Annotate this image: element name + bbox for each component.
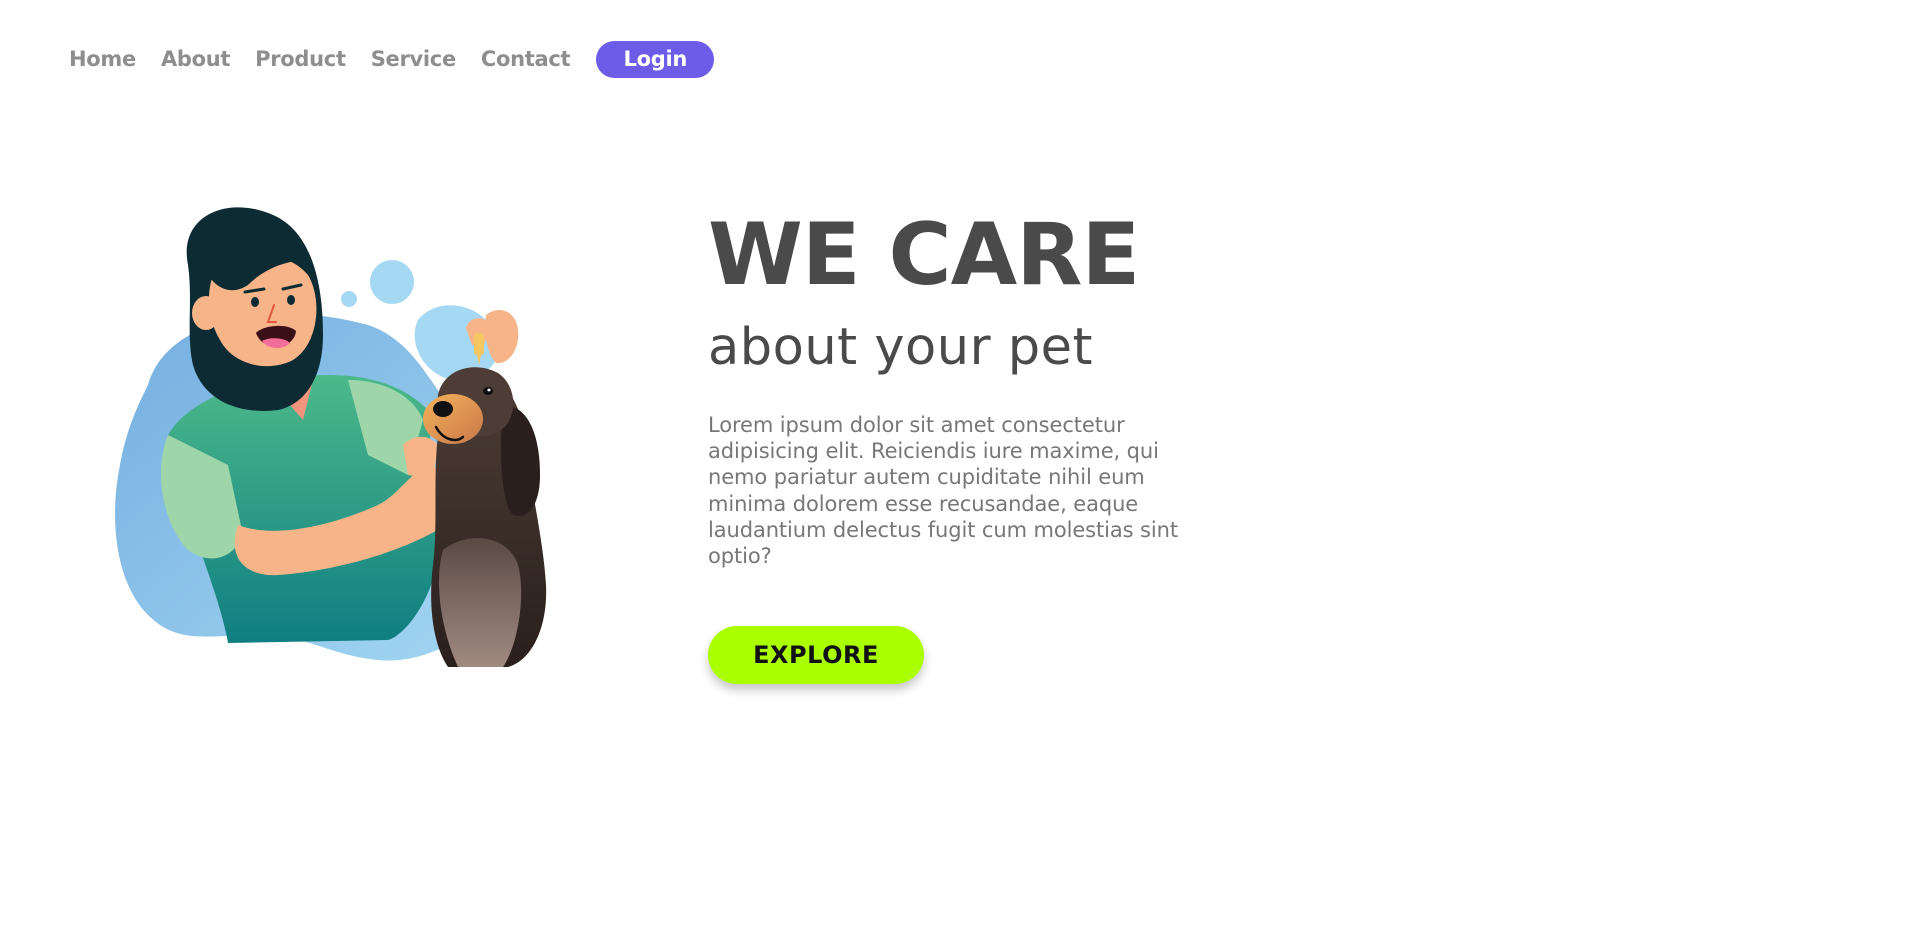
nav-link-product[interactable]: Product (255, 47, 346, 71)
nav-link-about[interactable]: About (161, 47, 231, 71)
landing-page: Home About Product Service Contact Login (0, 0, 1919, 943)
hero-subtitle: about your pet (708, 318, 1093, 377)
hero-title: WE CARE (708, 205, 1140, 305)
explore-button[interactable]: EXPLORE (708, 626, 924, 684)
nav-link-service[interactable]: Service (371, 47, 457, 71)
login-button[interactable]: Login (596, 40, 715, 78)
nav-link-home[interactable]: Home (69, 47, 136, 71)
woman-with-dog-illustration (108, 205, 638, 675)
nav-link-contact[interactable]: Contact (481, 47, 571, 71)
hero-description: Lorem ipsum dolor sit amet consectetur a… (708, 413, 1178, 569)
main-nav: Home About Product Service Contact Login (69, 40, 715, 78)
